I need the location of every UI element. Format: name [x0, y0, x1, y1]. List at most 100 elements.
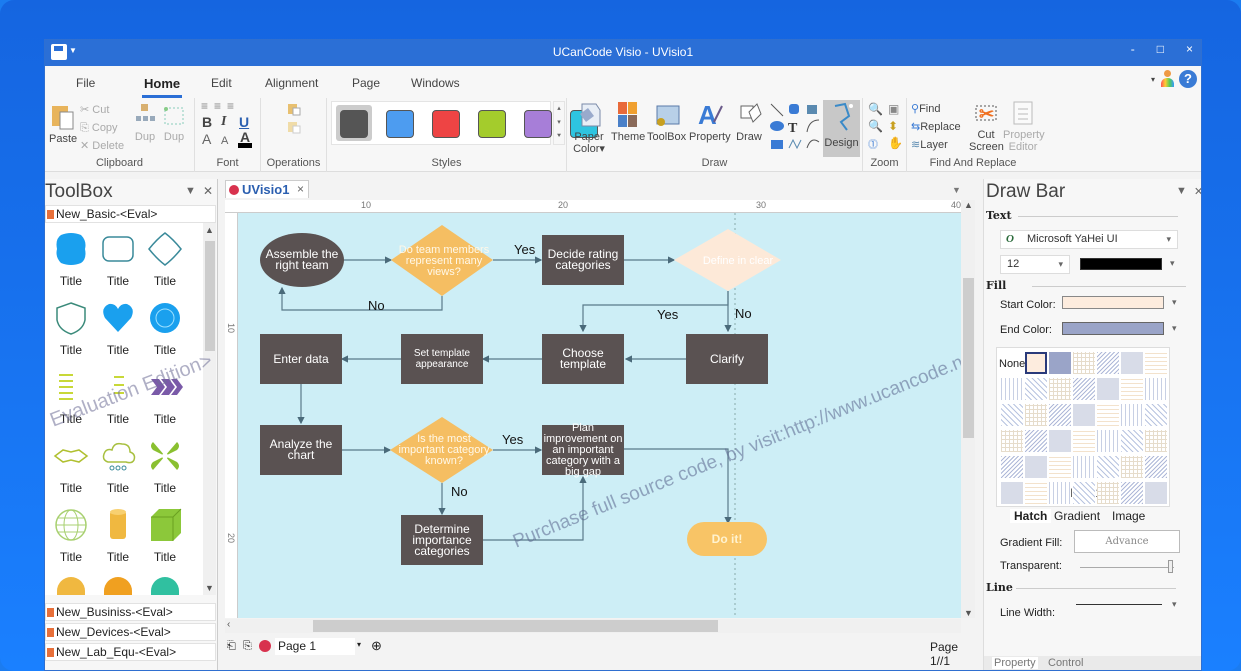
canvas-vertical-scrollbar[interactable]: ▲ ▼ [961, 200, 975, 618]
zoom-out-icon[interactable]: 🔍 [868, 119, 884, 133]
hatch-pattern-option[interactable] [1025, 430, 1047, 452]
tab-alignment[interactable]: Alignment [265, 76, 318, 90]
close-button[interactable]: × [1186, 42, 1193, 56]
italic-button[interactable]: I [221, 115, 226, 129]
style-swatch[interactable] [386, 110, 414, 138]
tab-home[interactable]: Home [141, 76, 183, 98]
hatch-pattern-option[interactable] [1121, 352, 1143, 374]
transparency-slider[interactable] [1080, 567, 1174, 568]
paper-color-button[interactable]: Paper Color▾ [571, 100, 607, 155]
hatch-pattern-option[interactable] [1025, 378, 1047, 400]
diagram-page[interactable]: Assemble the right team Do team members … [238, 213, 961, 618]
duplicate-button-2[interactable]: Dup [162, 102, 186, 143]
page-dropdown-icon[interactable]: ▾ [357, 640, 361, 649]
hatch-pattern-option[interactable] [1025, 482, 1047, 504]
tab-page[interactable]: Page [352, 76, 380, 90]
fill-tab-image[interactable]: Image [1112, 509, 1145, 523]
curve-tool-icon[interactable] [806, 139, 820, 149]
hatch-pattern-option[interactable] [1073, 430, 1095, 452]
hatch-pattern-option[interactable] [1049, 456, 1071, 478]
font-family-dropdown-icon[interactable]: ▾ [1166, 231, 1171, 248]
toolbox-shape-partial[interactable] [57, 577, 85, 595]
property-button[interactable]: A Property [689, 100, 731, 143]
toolbox-shape-heart[interactable]: Title [95, 300, 141, 357]
node-choose-template[interactable]: Choose template [542, 334, 624, 384]
first-page-icon[interactable]: ⎗ [227, 640, 236, 653]
replace-button[interactable]: ⇆Replace [911, 121, 961, 133]
text-tool-icon[interactable]: T [788, 121, 798, 136]
canvas-vscroll-thumb[interactable] [963, 278, 974, 438]
document-tab[interactable]: UVisio1 × [225, 180, 309, 198]
tab-windows[interactable]: Windows [411, 76, 460, 90]
zoom-in-icon[interactable]: 🔍 [868, 102, 884, 116]
pan-hand-icon[interactable]: ✋ [888, 136, 904, 151]
font-family-select[interactable]: O Microsoft YaHei UI ▾ [1000, 230, 1178, 249]
polyline-tool-icon[interactable] [788, 138, 802, 150]
scroll-up-icon[interactable]: ▲ [205, 225, 214, 235]
property-tab[interactable]: Property [992, 657, 1038, 669]
options-dropdown-icon[interactable]: ▾ [1151, 75, 1155, 84]
toolbox-shape-partial[interactable] [104, 577, 132, 595]
shrink-font-button[interactable]: A [221, 135, 228, 147]
tabs-dropdown-icon[interactable]: ▼ [952, 185, 961, 195]
hatch-pattern-option[interactable] [1073, 378, 1095, 400]
theme-button[interactable]: Theme [611, 100, 645, 143]
library-new-lab-equipment[interactable]: New_Lab_Equ-<Eval> [45, 643, 216, 661]
control-tab[interactable]: Control [1048, 657, 1083, 669]
duplicate-button-1[interactable]: Dup [133, 102, 157, 143]
toolbox-scrollbar[interactable]: ▲ ▼ [203, 223, 216, 595]
paste-special-icon[interactable] [287, 102, 301, 119]
hatch-pattern-option[interactable] [1001, 378, 1023, 400]
hatch-pattern-option[interactable] [1025, 456, 1047, 478]
hatch-pattern-option[interactable] [1049, 352, 1071, 374]
node-plan[interactable]: Plan improvement on an important categor… [542, 422, 624, 477]
hatch-pattern-option[interactable] [1145, 378, 1167, 400]
node-analyze[interactable]: Analyze the chart [260, 425, 342, 475]
start-color-swatch[interactable] [1062, 296, 1164, 309]
library-new-basic[interactable]: New_Basic-<Eval> [45, 205, 216, 223]
toolbox-button[interactable]: ToolBox [647, 100, 686, 143]
hatch-pattern-option[interactable] [1001, 430, 1023, 452]
delete-page-icon[interactable] [259, 640, 271, 652]
node-decide[interactable]: Decide rating categories [542, 235, 624, 285]
hatch-pattern-option[interactable] [1073, 482, 1095, 504]
toolbox-shape-propeller[interactable]: Title [142, 438, 188, 495]
fill-tab-gradient[interactable]: Gradient [1054, 509, 1100, 523]
layer-button[interactable]: ≋Layer [911, 139, 948, 151]
fill-tab-hatch[interactable]: Hatch [1010, 509, 1052, 523]
underline-button[interactable]: U [239, 115, 249, 129]
end-color-swatch[interactable] [1062, 322, 1164, 335]
hatch-pattern-option[interactable] [1097, 352, 1119, 374]
toolbox-shape-cloud[interactable]: Title [95, 438, 141, 495]
toolbox-shape-shield[interactable]: Title [48, 300, 94, 357]
rectangle-tool-icon[interactable] [771, 140, 783, 149]
node-set-template[interactable]: Set template appearance [401, 334, 483, 384]
cut-button[interactable]: ✂ Cut [80, 104, 109, 116]
maximize-button[interactable]: □ [1157, 42, 1164, 56]
hatch-pattern-option[interactable] [1097, 482, 1119, 504]
tab-edit[interactable]: Edit [211, 76, 232, 90]
hatch-pattern-option[interactable] [1097, 404, 1119, 426]
toolbox-shape-cylinder[interactable]: Title [95, 507, 141, 564]
line-width-dropdown-icon[interactable]: ▾ [1172, 599, 1177, 610]
hatch-pattern-option[interactable] [1121, 378, 1143, 400]
zoom-width-icon[interactable]: ⬍ [888, 119, 904, 133]
line-width-select[interactable] [1076, 604, 1162, 605]
transparency-slider-handle[interactable] [1168, 560, 1173, 573]
page-selector[interactable]: Page 1 [275, 638, 355, 655]
font-size-dropdown-icon[interactable]: ▾ [1058, 256, 1063, 273]
hatch-pattern-option[interactable] [1049, 378, 1071, 400]
user-icon[interactable] [1161, 70, 1174, 88]
hatch-pattern-option[interactable] [1097, 430, 1119, 452]
toolbox-shape-cube[interactable]: Title [142, 507, 188, 564]
clipboard-icon[interactable] [287, 120, 301, 137]
hatch-pattern-option[interactable] [1001, 456, 1023, 478]
node-enter-data[interactable]: Enter data [260, 334, 342, 384]
hatch-pattern-option[interactable] [1121, 456, 1143, 478]
scroll-down-icon[interactable]: ▼ [205, 583, 214, 593]
bold-button[interactable]: B [202, 115, 212, 129]
font-size-select[interactable]: 12 ▾ [1000, 255, 1070, 274]
toolbox-scroll-thumb[interactable] [205, 241, 215, 351]
library-new-devices[interactable]: New_Devices-<Eval> [45, 623, 216, 641]
toolbox-shape-curved-square[interactable]: Title [142, 231, 188, 288]
